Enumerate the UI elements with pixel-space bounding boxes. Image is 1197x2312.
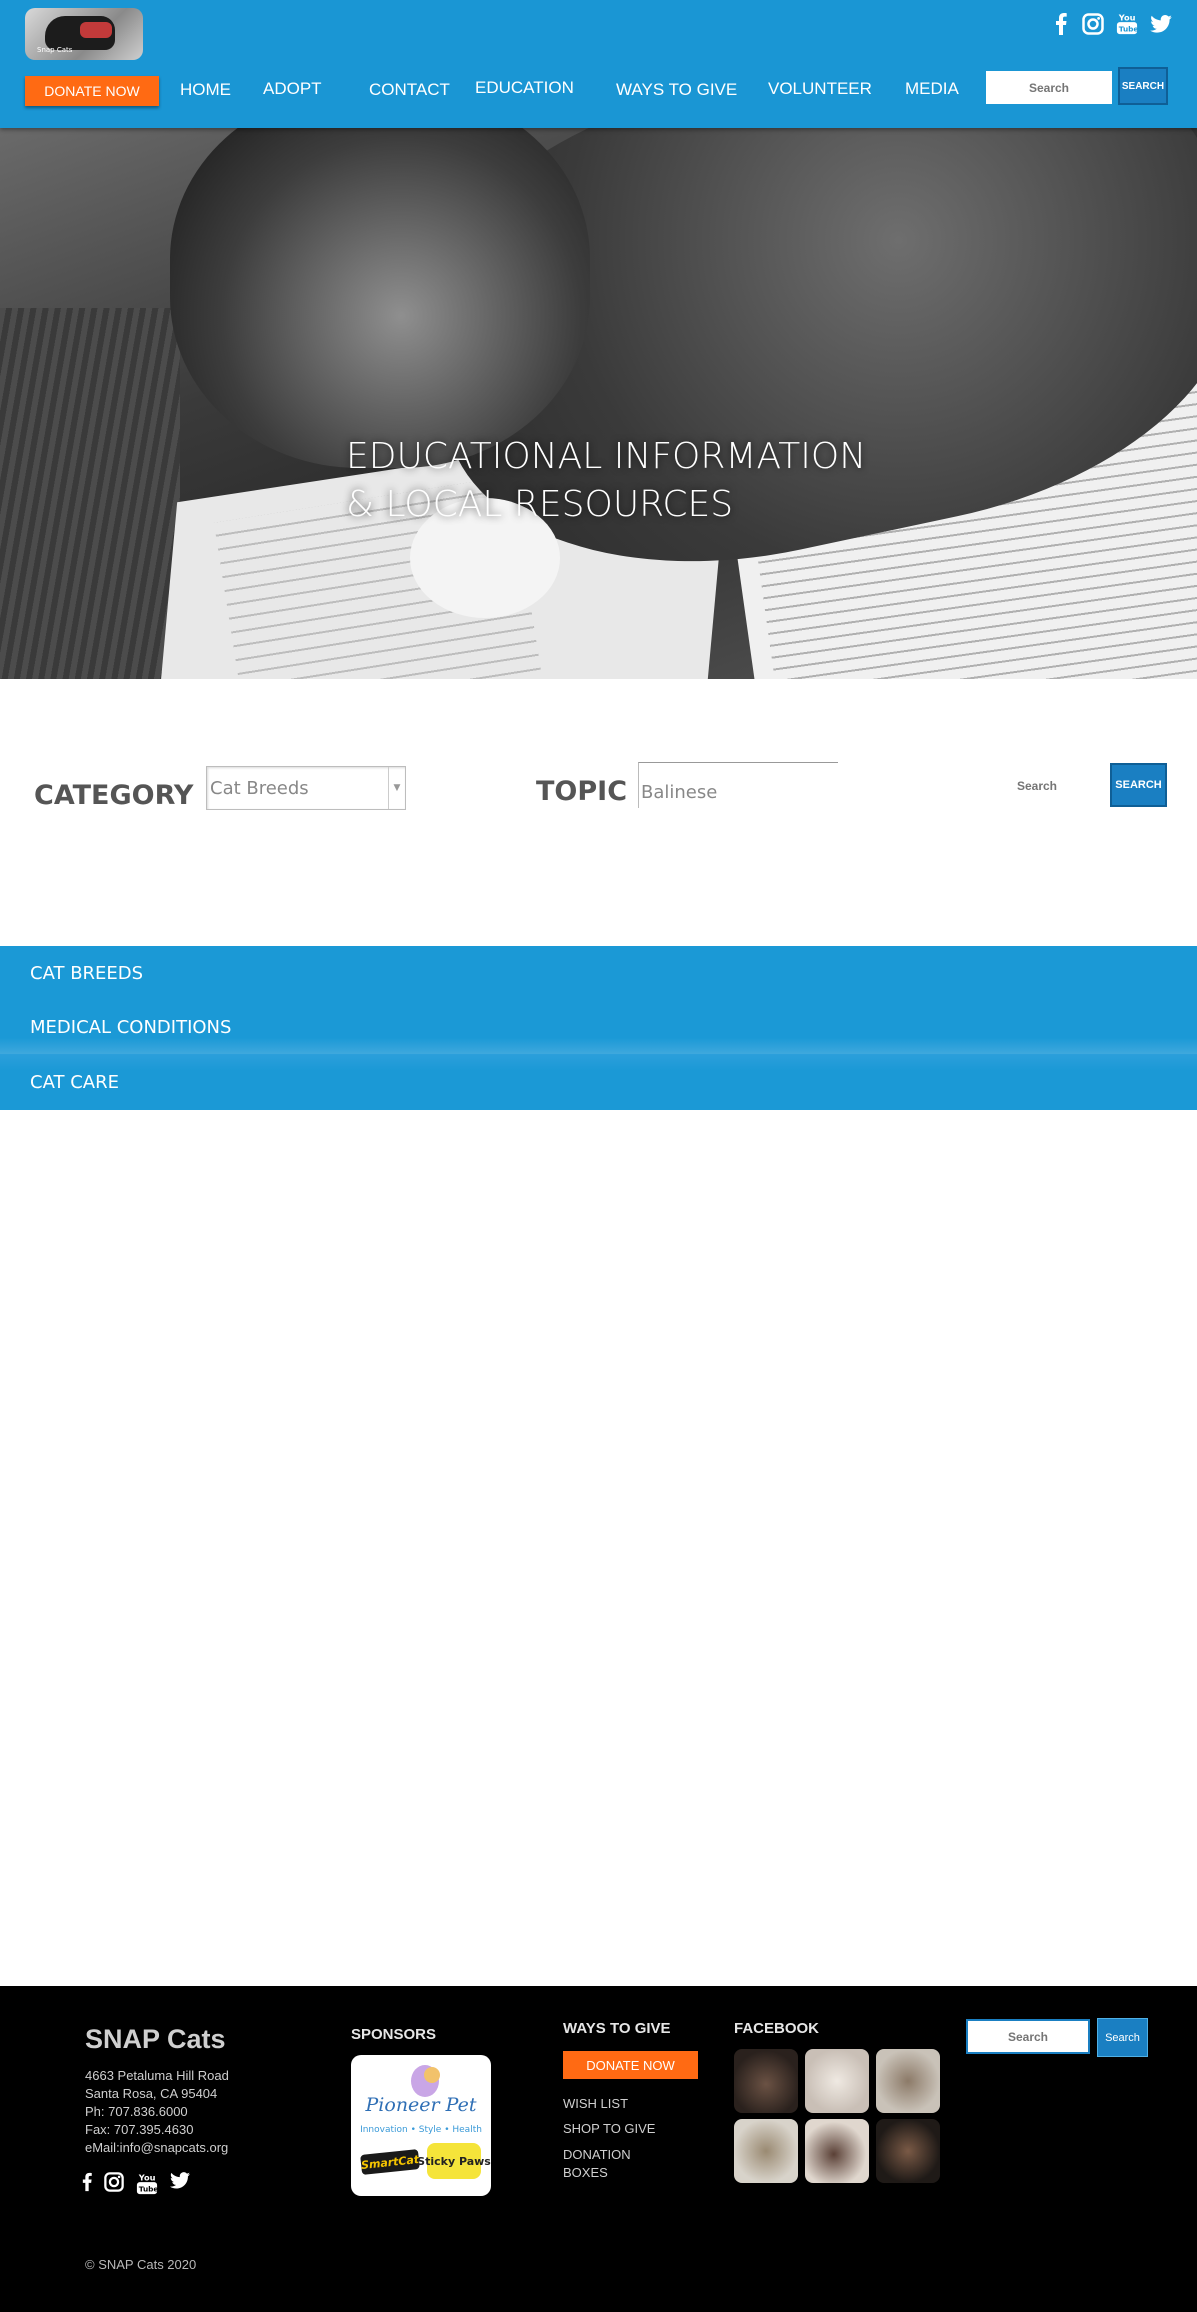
site-header: Snap Cats DONATE NOW HOME ADOPT CONTACT … (0, 0, 1197, 128)
footer-org-name: SNAP Cats (85, 2024, 226, 2054)
footer-address-city: Santa Rosa, CA 95404 (85, 2086, 218, 2101)
footer-donate-button[interactable]: DONATE NOW (563, 2051, 698, 2079)
category-select[interactable]: Cat Breeds ▼ (206, 766, 406, 810)
wish-list-link[interactable]: WISH LIST (563, 2096, 628, 2111)
topic-field-value: Balinese (641, 782, 718, 803)
footer-address-street: 4663 Petaluma Hill Road (85, 2068, 229, 2083)
twitter-icon[interactable] (170, 2172, 190, 2201)
footer-fax: Fax: 707.395.4630 (85, 2122, 194, 2137)
facebook-photo[interactable] (734, 2119, 798, 2183)
twitter-icon[interactable] (1150, 13, 1172, 35)
social-links: You Tube (1052, 10, 1172, 38)
hero-banner: EDUCATIONAL INFORMATION & LOCAL RESOURCE… (0, 128, 1197, 679)
category-label: CATEGORY (34, 780, 194, 811)
header-search-button[interactable]: SEARCH (1118, 67, 1168, 105)
facebook-photo[interactable] (805, 2119, 869, 2183)
copyright-text: © SNAP Cats 2020 (85, 2257, 197, 2272)
dropdown-arrow-icon[interactable]: ▼ (388, 767, 405, 809)
svg-text:Tube: Tube (1119, 24, 1138, 33)
facebook-photo-grid (734, 2049, 940, 2183)
nav-education[interactable]: EDUCATION (475, 78, 574, 98)
snap-cats-logo[interactable]: Snap Cats (25, 8, 143, 60)
footer-email[interactable]: eMail:info@snapcats.org (85, 2140, 228, 2155)
footer-phone: Ph: 707.836.6000 (85, 2104, 188, 2119)
accordion-medical-conditions[interactable]: MEDICAL CONDITIONS (0, 1000, 1197, 1054)
sticky-paws-logo-text: Sticky Paws (417, 2155, 491, 2168)
youtube-icon[interactable]: You Tube (136, 2172, 158, 2201)
donation-boxes-link[interactable]: DONATION BOXES (563, 2146, 631, 2182)
topic-label: TOPIC (536, 776, 628, 807)
svg-text:Tube: Tube (139, 2184, 158, 2193)
topic-field[interactable]: Balinese (638, 762, 838, 808)
facebook-icon[interactable] (1052, 13, 1070, 35)
facebook-photo[interactable] (734, 2049, 798, 2113)
youtube-icon[interactable]: You Tube (1116, 12, 1138, 35)
pioneer-pet-tagline: Innovation • Style • Health (360, 2125, 482, 2135)
sponsor-logos[interactable]: Pioneer Pet Innovation • Style • Health … (351, 2055, 491, 2196)
nav-volunteer[interactable]: VOLUNTEER (768, 79, 872, 99)
pioneer-pet-logo-text: Pioneer Pet (365, 2094, 477, 2116)
nav-home[interactable]: HOME (180, 80, 231, 100)
facebook-heading: FACEBOOK (734, 2020, 820, 2037)
accordion-cat-breeds[interactable]: CAT BREEDS (0, 946, 1197, 1000)
ways-to-give-heading: WAYS TO GIVE (563, 2020, 671, 2037)
filter-search-button[interactable]: SEARCH (1110, 763, 1167, 807)
donate-now-button[interactable]: DONATE NOW (25, 76, 159, 106)
nav-contact[interactable]: CONTACT (369, 80, 450, 100)
shop-to-give-link[interactable]: SHOP TO GIVE (563, 2121, 655, 2136)
nav-ways-to-give[interactable]: WAYS TO GIVE (616, 80, 737, 100)
nav-media[interactable]: MEDIA (905, 79, 959, 99)
logo-text: Snap Cats (37, 46, 73, 54)
category-select-value: Cat Breeds (210, 777, 309, 799)
svg-text:You: You (138, 2172, 156, 2182)
facebook-icon[interactable] (82, 2172, 92, 2201)
hero-title: EDUCATIONAL INFORMATION & LOCAL RESOURCE… (346, 436, 867, 525)
facebook-photo[interactable] (876, 2049, 940, 2113)
instagram-icon[interactable] (1082, 13, 1104, 35)
sponsors-heading: SPONSORS (351, 2026, 437, 2043)
svg-text:You: You (1118, 12, 1136, 22)
filter-search-input[interactable] (980, 774, 1094, 798)
facebook-photo[interactable] (805, 2049, 869, 2113)
footer-search-input[interactable] (966, 2019, 1090, 2054)
instagram-icon[interactable] (104, 2172, 124, 2201)
nav-adopt[interactable]: ADOPT (263, 79, 322, 99)
header-search-input[interactable] (986, 71, 1112, 104)
footer-social-links: You Tube (82, 2172, 190, 2201)
accordion-cat-care[interactable]: CAT CARE (0, 1054, 1197, 1110)
facebook-photo[interactable] (876, 2119, 940, 2183)
footer-search-button[interactable]: Search (1097, 2018, 1148, 2057)
